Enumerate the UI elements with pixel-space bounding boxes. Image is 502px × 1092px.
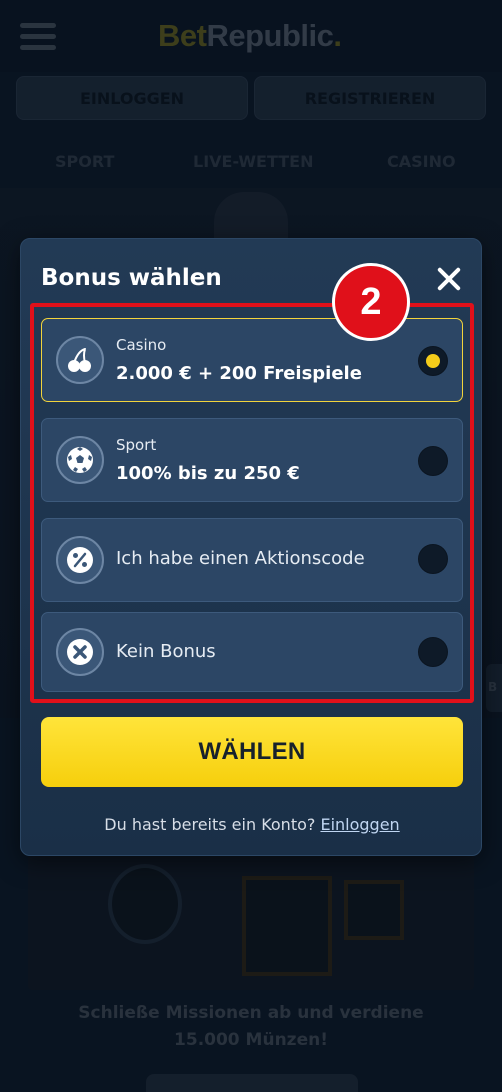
bonus-option-sport[interactable]: Sport 100% bis zu 250 € [41,418,463,502]
cherry-icon [56,336,104,384]
bonus-option-casino[interactable]: Casino 2.000 € + 200 Freispiele [41,318,463,402]
choose-button[interactable]: WÄHLEN [41,717,463,787]
option-label: Sport [116,436,157,454]
login-prompt: Du hast bereits ein Konto? Einloggen [104,815,400,834]
bonus-modal: Bonus wählen Casino 2.000 € + 200 Freisp… [20,238,482,856]
modal-title: Bonus wählen [41,265,222,291]
percent-icon [56,536,104,584]
radio-unselected[interactable] [418,637,448,667]
option-label: Kein Bonus [116,641,216,662]
option-label: Ich habe einen Aktionscode [116,548,365,569]
radio-unselected[interactable] [418,446,448,476]
radio-unselected[interactable] [418,544,448,574]
close-circle-icon [56,628,104,676]
close-icon[interactable] [435,265,463,293]
radio-selected[interactable] [418,346,448,376]
bonus-option-promo-code[interactable]: Ich habe einen Aktionscode [41,518,463,602]
soccer-ball-icon [56,436,104,484]
option-label: Casino [116,336,167,354]
login-link[interactable]: Einloggen [320,815,399,834]
step-number-badge: 2 [332,263,410,341]
option-value: 2.000 € + 200 Freispiele [116,363,362,384]
bonus-option-none[interactable]: Kein Bonus [41,612,463,692]
option-value: 100% bis zu 250 € [116,463,300,484]
